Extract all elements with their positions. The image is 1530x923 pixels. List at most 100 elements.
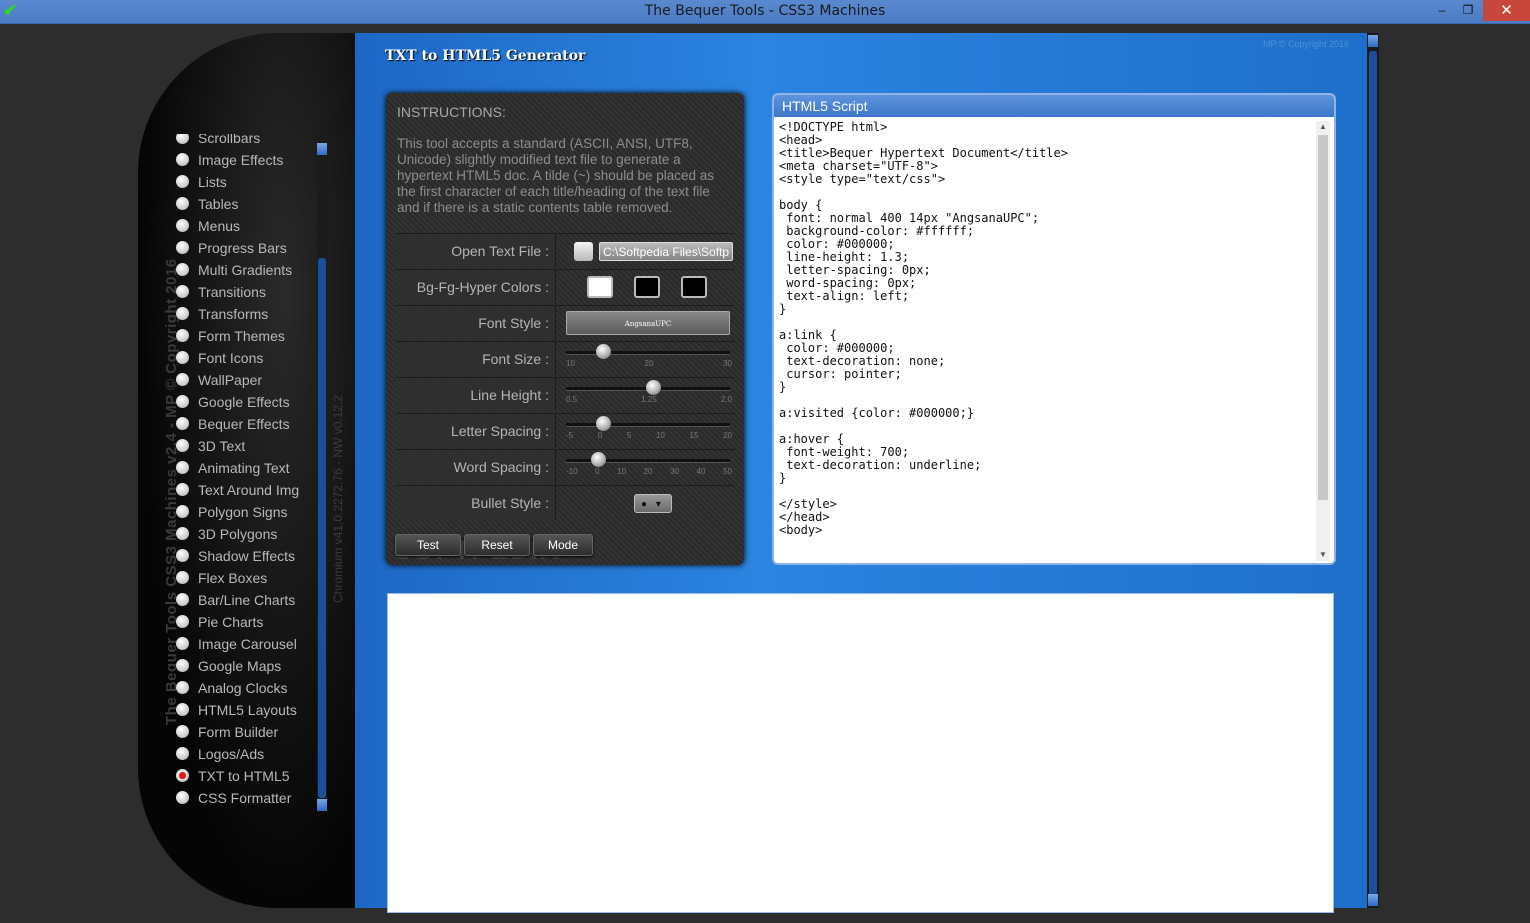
sidebar-item-transforms[interactable]: Transforms: [173, 304, 313, 326]
radio-icon[interactable]: [176, 175, 189, 188]
reset-button[interactable]: Reset: [464, 534, 530, 556]
scroll-up-arrow-icon[interactable]: [1368, 35, 1378, 47]
sidebar-item-label: 3D Polygons: [198, 526, 278, 542]
close-button[interactable]: ✕: [1483, 0, 1530, 21]
sidebar-item-scrollbars[interactable]: Scrollbars: [173, 134, 313, 150]
sidebar-item-image-carousel[interactable]: Image Carousel: [173, 634, 313, 656]
sidebar-item-flex-boxes[interactable]: Flex Boxes: [173, 568, 313, 590]
word-spacing-slider[interactable]: [566, 452, 730, 467]
sidebar-item-bequer-effects[interactable]: Bequer Effects: [173, 414, 313, 436]
sidebar-item-html5-layouts[interactable]: HTML5 Layouts: [173, 700, 313, 722]
sidebar-item-text-around-img[interactable]: Text Around Img: [173, 480, 313, 502]
fg-color-swatch[interactable]: [634, 276, 660, 298]
hyper-color-swatch[interactable]: [681, 276, 707, 298]
radio-icon[interactable]: [176, 747, 189, 760]
sidebar-item-logos-ads[interactable]: Logos/Ads: [173, 744, 313, 766]
sidebar-item-bar-line-charts[interactable]: Bar/Line Charts: [173, 590, 313, 612]
radio-icon[interactable]: [176, 417, 189, 430]
radio-icon[interactable]: [176, 791, 189, 804]
radio-icon[interactable]: [176, 725, 189, 738]
font-size-slider[interactable]: [566, 344, 730, 359]
sidebar-item-animating-text[interactable]: Animating Text: [173, 458, 313, 480]
sidebar-item-3d-text[interactable]: 3D Text: [173, 436, 313, 458]
scroll-down-arrow-icon[interactable]: [317, 799, 327, 811]
main-scroll-thumb[interactable]: [1369, 51, 1377, 901]
bullet-style-select[interactable]: ● ▾: [634, 494, 672, 513]
file-path-field[interactable]: C:\Softpedia Files\Softp: [599, 242, 733, 261]
mode-button[interactable]: Mode: [533, 534, 593, 556]
radio-icon[interactable]: [176, 461, 189, 474]
sidebar-item-label: Text Around Img: [198, 482, 300, 498]
sidebar-scroll-thumb[interactable]: [318, 258, 326, 798]
test-button[interactable]: Test: [395, 534, 461, 556]
open-file-button[interactable]: [574, 242, 593, 261]
radio-icon[interactable]: [176, 527, 189, 540]
sidebar-item-image-effects[interactable]: Image Effects: [173, 150, 313, 172]
minimize-button[interactable]: –: [1430, 0, 1454, 21]
sidebar-item-form-builder[interactable]: Form Builder: [173, 722, 313, 744]
script-scrollbar[interactable]: ▲ ▼: [1316, 121, 1330, 561]
bg-color-swatch[interactable]: [587, 276, 613, 298]
maximize-button[interactable]: ❐: [1456, 0, 1480, 21]
radio-icon[interactable]: [176, 197, 189, 210]
radio-icon[interactable]: [176, 703, 189, 716]
sidebar-item-polygon-signs[interactable]: Polygon Signs: [173, 502, 313, 524]
scroll-up-arrow-icon[interactable]: ▲: [1316, 121, 1330, 133]
line-height-slider[interactable]: [566, 380, 730, 395]
sidebar-item-tables[interactable]: Tables: [173, 194, 313, 216]
sidebar-item-google-effects[interactable]: Google Effects: [173, 392, 313, 414]
radio-icon[interactable]: [176, 134, 189, 144]
sidebar-item-font-icons[interactable]: Font Icons: [173, 348, 313, 370]
main-scrollbar[interactable]: [1367, 33, 1379, 908]
scroll-up-arrow-icon[interactable]: [317, 143, 327, 155]
sidebar-item-wallpaper[interactable]: WallPaper: [173, 370, 313, 392]
radio-icon[interactable]: [176, 505, 189, 518]
line-height-slider-knob[interactable]: [646, 380, 661, 395]
sidebar-item-google-maps[interactable]: Google Maps: [173, 656, 313, 678]
radio-icon[interactable]: [176, 571, 189, 584]
radio-icon[interactable]: [176, 549, 189, 562]
radio-icon[interactable]: [176, 483, 189, 496]
radio-icon[interactable]: [176, 373, 189, 386]
sidebar-item-txt-to-html5[interactable]: TXT to HTML5: [173, 766, 313, 788]
radio-icon[interactable]: [176, 395, 189, 408]
font-style-button[interactable]: AngsanaUPC: [566, 311, 730, 335]
sidebar-item-pie-charts[interactable]: Pie Charts: [173, 612, 313, 634]
radio-icon[interactable]: [176, 329, 189, 342]
radio-icon[interactable]: [176, 439, 189, 452]
radio-icon[interactable]: [176, 263, 189, 276]
sidebar-scrollbar[interactable]: [317, 143, 327, 811]
scroll-down-arrow-icon[interactable]: [1368, 894, 1378, 906]
sidebar-item-shadow-effects[interactable]: Shadow Effects: [173, 546, 313, 568]
scroll-down-arrow-icon[interactable]: ▼: [1316, 549, 1330, 561]
radio-icon[interactable]: [176, 307, 189, 320]
sidebar-item-menus[interactable]: Menus: [173, 216, 313, 238]
radio-icon[interactable]: [176, 153, 189, 166]
sidebar-item-form-themes[interactable]: Form Themes: [173, 326, 313, 348]
font-size-slider-knob[interactable]: [596, 344, 611, 359]
sidebar-item-transitions[interactable]: Transitions: [173, 282, 313, 304]
radio-icon[interactable]: [176, 351, 189, 364]
letter-spacing-slider[interactable]: [566, 416, 730, 431]
sidebar-item-analog-clocks[interactable]: Analog Clocks: [173, 678, 313, 700]
radio-icon[interactable]: [176, 285, 189, 298]
sidebar-item-lists[interactable]: Lists: [173, 172, 313, 194]
script-code-area[interactable]: <!DOCTYPE html> <head> <title>Bequer Hyp…: [779, 121, 1068, 537]
radio-icon[interactable]: [176, 681, 189, 694]
html-preview-area[interactable]: [387, 593, 1334, 913]
sidebar-item-multi-gradients[interactable]: Multi Gradients: [173, 260, 313, 282]
radio-icon[interactable]: [176, 659, 189, 672]
radio-icon[interactable]: [176, 615, 189, 628]
word-spacing-slider-knob[interactable]: [591, 452, 606, 467]
radio-icon[interactable]: [176, 637, 189, 650]
line-height-row: Line Height : 0.5 1.25 2.0: [396, 377, 734, 412]
script-scroll-thumb[interactable]: [1318, 135, 1328, 500]
radio-icon[interactable]: [176, 241, 189, 254]
sidebar-item-3d-polygons[interactable]: 3D Polygons: [173, 524, 313, 546]
radio-icon[interactable]: [176, 593, 189, 606]
sidebar-item-css-formatter[interactable]: CSS Formatter: [173, 788, 313, 810]
radio-icon[interactable]: [176, 769, 189, 782]
sidebar-item-progress-bars[interactable]: Progress Bars: [173, 238, 313, 260]
letter-spacing-slider-knob[interactable]: [596, 416, 611, 431]
radio-icon[interactable]: [176, 219, 189, 232]
